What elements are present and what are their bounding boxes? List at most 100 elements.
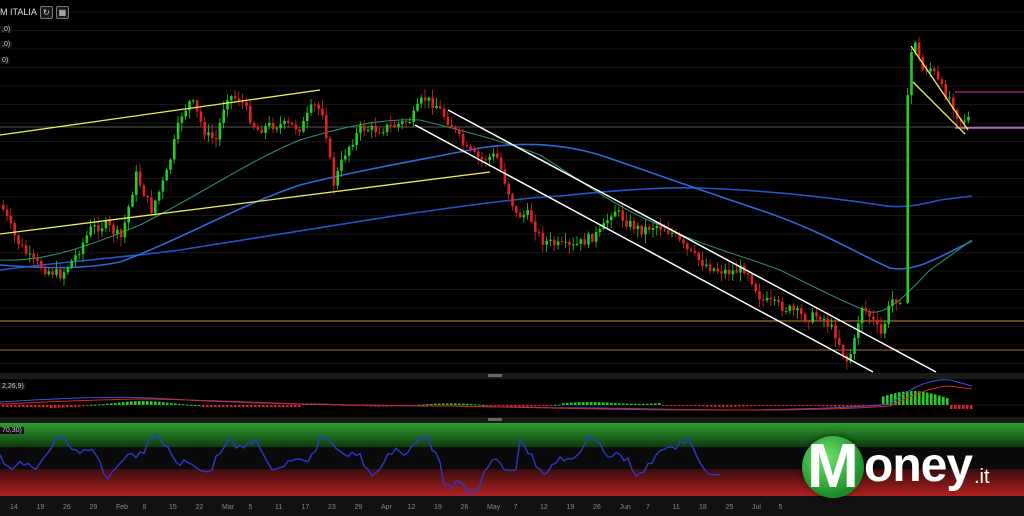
grid-icon[interactable]: ▦: [55, 5, 69, 19]
macd-histogram-bar: [58, 405, 61, 408]
macd-histogram-bar: [650, 403, 653, 405]
candle: [773, 296, 776, 306]
channel-line-lower: [414, 124, 874, 373]
macd-histogram-bar: [174, 403, 177, 405]
candle: [705, 258, 708, 269]
macd-histogram-bar: [278, 405, 281, 407]
candle: [853, 334, 856, 361]
candle: [591, 232, 594, 243]
candle: [439, 100, 442, 110]
candle: [735, 261, 738, 274]
macd-histogram-bar: [658, 403, 661, 405]
macd-histogram-bar: [2, 405, 5, 407]
macd-histogram-bar: [914, 391, 917, 405]
x-axis-tick-label: 23: [328, 504, 336, 511]
refresh-icon[interactable]: ↻: [39, 5, 53, 19]
macd-histogram-bar: [926, 392, 929, 405]
macd-histogram-bar: [46, 405, 49, 407]
candle: [74, 248, 77, 267]
candle: [146, 194, 149, 203]
x-axis-tick-label: 19: [434, 504, 442, 511]
resize-handle-macd[interactable]: [488, 418, 502, 421]
macd-histogram-bar: [182, 404, 185, 406]
candle: [294, 119, 298, 135]
macd-histogram-bar: [506, 405, 509, 407]
candle: [32, 249, 35, 267]
x-axis-tick-label: 11: [673, 504, 680, 511]
macd-histogram-bar: [138, 401, 141, 405]
candle: [116, 225, 119, 240]
candle: [344, 148, 347, 163]
candle: [328, 135, 332, 160]
macd-histogram-bar: [442, 403, 445, 405]
macd-histogram-bar: [122, 402, 125, 405]
candle: [378, 127, 381, 135]
candle: [800, 304, 803, 321]
macd-histogram-bar: [290, 405, 293, 407]
candle: [636, 222, 640, 238]
macd-histogram-bar: [934, 394, 937, 405]
candle: [598, 225, 602, 237]
candle: [420, 94, 423, 109]
ma-label-1: ,0): [0, 26, 13, 33]
macd-histogram-bar: [494, 405, 497, 406]
x-axis-tick-label: 25: [726, 504, 734, 511]
x-axis-tick-label: 8: [143, 504, 147, 511]
macd-histogram-bar: [10, 405, 13, 407]
macd-histogram-bar: [234, 405, 237, 407]
x-axis-tick-label: Feb: [116, 504, 128, 511]
macd-histogram-bar: [78, 405, 81, 407]
candle: [556, 236, 560, 250]
macd-histogram-bar: [674, 405, 677, 406]
candle: [477, 148, 480, 165]
candle: [321, 100, 324, 120]
candle: [180, 112, 184, 132]
macd-histogram-bar: [6, 405, 9, 407]
candle: [625, 212, 628, 230]
candle: [446, 110, 450, 128]
macd-histogram-bar: [750, 405, 753, 407]
macd-histogram-bar: [678, 405, 681, 406]
resize-handle-main[interactable]: [488, 374, 502, 377]
macd-histogram-bar: [666, 405, 669, 406]
macd-histogram-bar: [754, 405, 757, 406]
candle: [879, 316, 883, 339]
candle: [727, 261, 731, 281]
candle: [511, 192, 514, 211]
macd-histogram-bar: [462, 403, 465, 405]
candle: [302, 116, 305, 133]
candle: [252, 120, 256, 130]
candle: [351, 139, 355, 151]
macd-histogram-bar: [434, 403, 437, 405]
macd-histogram-bar: [794, 405, 797, 406]
x-axis-tick-label: 18: [699, 504, 707, 511]
candle: [249, 99, 252, 126]
candle: [184, 104, 187, 120]
macd-histogram-bar: [570, 402, 573, 405]
candle: [895, 298, 898, 311]
candle: [313, 101, 317, 112]
candle: [332, 151, 336, 195]
macd-histogram-bar: [782, 405, 785, 406]
macd-histogram-bar: [474, 404, 477, 406]
candle: [283, 118, 286, 130]
candle: [849, 350, 852, 364]
macd-histogram-bar: [642, 403, 645, 405]
logo-tld: .it: [974, 466, 990, 488]
candle: [199, 107, 203, 128]
macd-histogram-bar: [30, 405, 33, 407]
macd-histogram-bar: [526, 405, 529, 407]
instrument-title: M ITALIA: [0, 7, 37, 17]
macd-histogram-bar: [170, 403, 173, 405]
macd-histogram-bar: [102, 404, 105, 406]
candle: [499, 153, 503, 173]
macd-histogram-bar: [54, 405, 57, 408]
macd-histogram-bar: [22, 405, 25, 407]
candle: [758, 283, 761, 308]
candle: [701, 251, 704, 271]
candle: [910, 48, 913, 104]
macd-histogram-bar: [446, 403, 449, 405]
x-axis-tick-label: 17: [302, 504, 310, 511]
candle: [287, 116, 290, 128]
macd-histogram-bar: [430, 403, 433, 405]
